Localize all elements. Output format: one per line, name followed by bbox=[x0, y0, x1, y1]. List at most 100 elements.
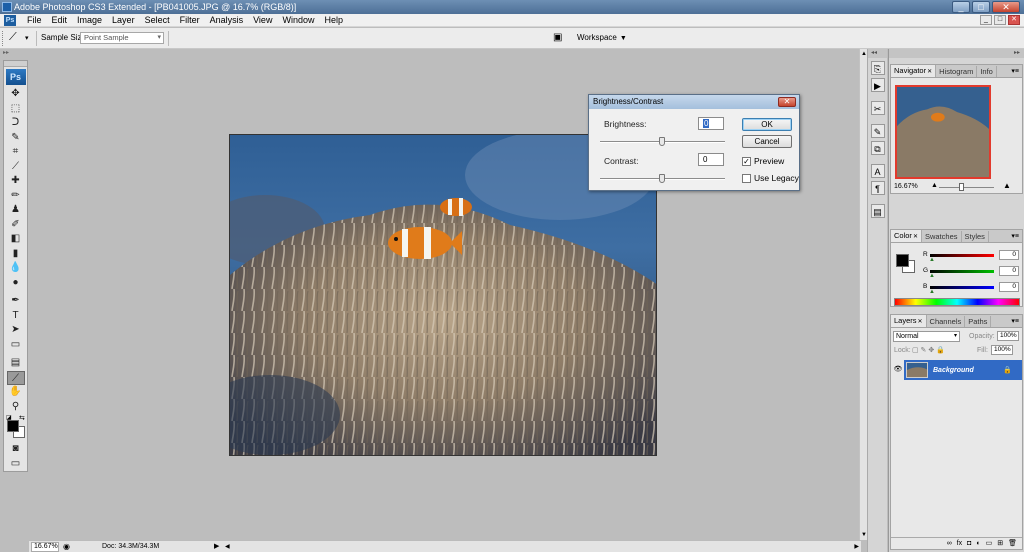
scroll-right-icon[interactable]: ▶ bbox=[854, 543, 859, 551]
toolbox-collapse-arrows[interactable]: ▸▸ bbox=[0, 49, 30, 58]
eraser-tool-icon[interactable]: ◧ bbox=[7, 232, 25, 246]
character-panel-icon[interactable]: A bbox=[870, 164, 885, 178]
close-icon[interactable]: ✕ bbox=[927, 69, 932, 75]
eyedropper-tool-icon[interactable]: ⟋ bbox=[6, 370, 25, 385]
navigator-zoom-slider[interactable] bbox=[959, 183, 964, 191]
clone-stamp-tool-icon[interactable]: ♟ bbox=[7, 203, 25, 217]
new-group-icon[interactable]: ▭ bbox=[986, 538, 993, 549]
notes-tool-icon[interactable]: ▤ bbox=[7, 356, 25, 370]
menu-filter[interactable]: Filter bbox=[175, 14, 205, 27]
dodge-tool-icon[interactable]: ● bbox=[7, 276, 25, 290]
blue-channel-value[interactable]: 0 bbox=[999, 282, 1019, 292]
ps-menu-icon[interactable]: Ps bbox=[4, 14, 16, 26]
status-info-icon[interactable]: ◉ bbox=[63, 541, 70, 552]
doc-restore-button[interactable]: □ bbox=[994, 15, 1006, 25]
quick-mask-icon[interactable]: ◙ bbox=[7, 442, 25, 456]
delete-layer-icon[interactable]: 🗑 bbox=[1008, 538, 1017, 549]
close-icon[interactable]: ✕ bbox=[918, 319, 923, 325]
dialog-close-button[interactable]: ✕ bbox=[778, 97, 796, 107]
lasso-tool-icon[interactable]: ᑐ bbox=[7, 116, 25, 130]
panels-collapse-arrows[interactable]: ▸▸ bbox=[889, 49, 1024, 58]
menu-select[interactable]: Select bbox=[140, 14, 175, 27]
minimize-button[interactable]: _ bbox=[952, 1, 970, 13]
blue-channel-slider[interactable] bbox=[930, 286, 994, 289]
eye-visibility-icon[interactable]: 👁 bbox=[892, 360, 904, 380]
quick-selection-tool-icon[interactable]: ✎ bbox=[7, 131, 25, 145]
palette-well-icon[interactable]: ▣ bbox=[553, 32, 567, 44]
slider-marker-icon[interactable]: ▲ bbox=[929, 289, 935, 295]
blend-mode-select[interactable]: Normal bbox=[893, 331, 960, 342]
workspace-button[interactable]: Workspace ▼ bbox=[577, 33, 627, 42]
tool-presets-panel-icon[interactable]: ✂ bbox=[870, 101, 885, 115]
tab-styles[interactable]: Styles bbox=[962, 231, 989, 242]
cancel-button[interactable]: Cancel bbox=[742, 135, 792, 148]
healing-brush-tool-icon[interactable]: ✚ bbox=[7, 174, 25, 188]
layer-style-icon[interactable]: fx bbox=[957, 538, 962, 549]
green-channel-value[interactable]: 0 bbox=[999, 266, 1019, 276]
adjustment-layer-icon[interactable]: ◐ bbox=[976, 538, 980, 549]
toolbox-grip[interactable] bbox=[4, 61, 27, 67]
fill-field[interactable]: 100% bbox=[991, 345, 1013, 355]
zoom-tool-icon[interactable]: ⚲ bbox=[7, 400, 25, 414]
paragraph-panel-icon[interactable]: ¶ bbox=[870, 181, 885, 195]
preview-check-box[interactable]: ✓ bbox=[742, 156, 751, 166]
slider-marker-icon[interactable]: ▲ bbox=[929, 257, 935, 263]
contrast-slider-thumb[interactable] bbox=[659, 174, 665, 183]
ps-logo[interactable]: Ps bbox=[5, 69, 26, 85]
use-legacy-check-box[interactable] bbox=[742, 173, 751, 183]
doc-minimize-button[interactable]: _ bbox=[980, 15, 992, 25]
zoom-in-icon[interactable]: ▲ bbox=[1003, 181, 1011, 190]
lock-options-icon[interactable]: ▢ ✎ ✥ 🔒 bbox=[912, 346, 945, 357]
menu-window[interactable]: Window bbox=[277, 14, 319, 27]
history-brush-tool-icon[interactable]: ✐ bbox=[7, 218, 25, 232]
menu-view[interactable]: View bbox=[248, 14, 277, 27]
screen-mode-icon[interactable]: ▭ bbox=[7, 457, 25, 471]
color-foreground-swatch[interactable] bbox=[896, 254, 909, 267]
layer-comps-panel-icon[interactable]: ▤ bbox=[870, 204, 885, 218]
preview-checkbox[interactable]: ✓ Preview bbox=[742, 156, 784, 166]
pen-tool-icon[interactable]: ✒ bbox=[7, 294, 25, 308]
red-channel-value[interactable]: 0 bbox=[999, 250, 1019, 260]
tab-paths[interactable]: Paths bbox=[965, 316, 992, 327]
navigator-zoom-value[interactable]: 16.67% bbox=[894, 183, 918, 190]
tab-layers[interactable]: Layers✕ bbox=[891, 315, 927, 327]
swap-colors-icon[interactable]: ⇆ bbox=[19, 414, 25, 422]
green-channel-slider[interactable] bbox=[930, 270, 994, 273]
navigator-preview[interactable] bbox=[895, 85, 991, 179]
status-menu-arrow-icon[interactable]: ▶ bbox=[214, 541, 219, 552]
vertical-scrollbar[interactable]: ▲ ▼ bbox=[859, 49, 867, 540]
path-selection-tool-icon[interactable]: ➤ bbox=[7, 323, 25, 337]
red-channel-slider[interactable] bbox=[930, 254, 994, 257]
use-legacy-checkbox[interactable]: Use Legacy bbox=[742, 173, 799, 183]
horizontal-scrollbar[interactable]: ◀ ▶ bbox=[225, 543, 861, 551]
brightness-input[interactable]: 0 bbox=[698, 117, 724, 130]
marquee-tool-icon[interactable]: ⬚ bbox=[7, 102, 25, 116]
panel-menu-icon[interactable]: ▾≡ bbox=[1011, 317, 1019, 325]
navigator-zoom-track[interactable] bbox=[939, 187, 994, 188]
close-icon[interactable]: ✕ bbox=[913, 234, 918, 240]
contrast-input[interactable]: 0 bbox=[698, 153, 724, 166]
tab-navigator[interactable]: Navigator✕ bbox=[891, 65, 937, 77]
gradient-tool-icon[interactable]: ▮ bbox=[7, 247, 25, 261]
options-grip[interactable] bbox=[2, 31, 5, 46]
opacity-field[interactable]: 100% bbox=[997, 331, 1019, 341]
layer-row-background[interactable]: 👁 Background 🔒 bbox=[892, 360, 1022, 380]
maximize-button[interactable]: □ bbox=[972, 1, 990, 13]
move-tool-icon[interactable]: ✥ bbox=[7, 87, 25, 101]
menu-image[interactable]: Image bbox=[72, 14, 107, 27]
panel-menu-icon[interactable]: ▾≡ bbox=[1011, 67, 1019, 75]
close-button[interactable]: ✕ bbox=[992, 1, 1020, 13]
menu-help[interactable]: Help bbox=[319, 14, 348, 27]
zoom-out-icon[interactable]: ▲ bbox=[931, 182, 938, 189]
clone-source-panel-icon[interactable]: ⧉ bbox=[870, 141, 885, 155]
history-panel-icon[interactable]: ⎘ bbox=[870, 61, 885, 75]
brushes-panel-icon[interactable]: ✎ bbox=[870, 124, 885, 138]
doc-close-button[interactable]: ✕ bbox=[1008, 15, 1020, 25]
crop-tool-icon[interactable]: ⌗ bbox=[7, 145, 25, 159]
zoom-level-field[interactable]: 16.67% bbox=[31, 542, 59, 552]
hand-tool-icon[interactable]: ✋ bbox=[7, 385, 25, 399]
slice-tool-icon[interactable]: ⟋ bbox=[7, 160, 25, 174]
menu-layer[interactable]: Layer bbox=[107, 14, 140, 27]
layer-mask-icon[interactable]: ◘ bbox=[967, 538, 971, 549]
shape-tool-icon[interactable]: ▭ bbox=[7, 338, 25, 352]
